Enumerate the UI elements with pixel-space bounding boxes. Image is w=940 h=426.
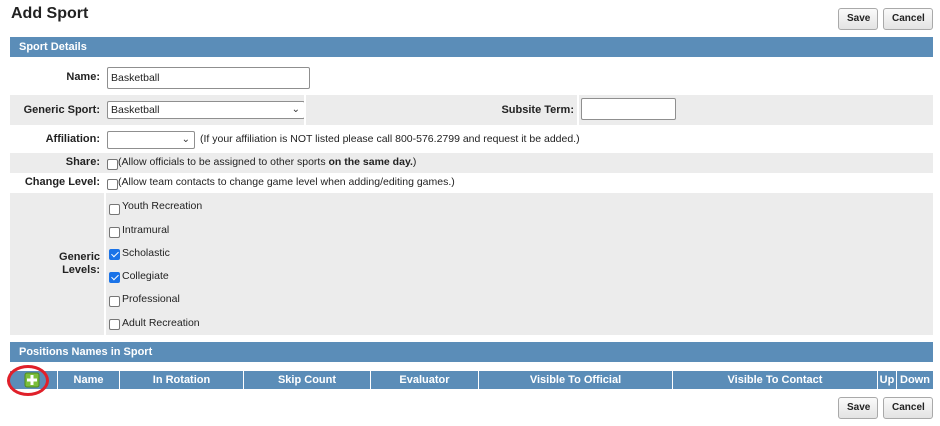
col-evaluator[interactable]: Evaluator [371,371,479,389]
level-checkbox-intramural[interactable] [109,227,120,238]
col-name[interactable]: Name [58,371,120,389]
share-row: Share: (Allow officials to be assigned t… [10,153,933,173]
generic-sport-value: Basketball [111,104,160,116]
level-checkbox-youth-recreation[interactable] [109,204,120,215]
share-checkbox[interactable] [107,159,118,170]
share-note-text: (Allow officials to be assigned to other… [118,156,329,168]
level-checkbox-professional[interactable] [109,296,120,307]
level-label-collegiate: Collegiate [122,270,169,282]
col-skip-count[interactable]: Skip Count [244,371,371,389]
col-visible-to-contact[interactable]: Visible To Contact [673,371,878,389]
cancel-button-bottom[interactable]: Cancel [883,397,933,419]
generic-levels-label-line1: Generic [59,251,100,263]
share-note-bold: on the same day. [328,156,413,168]
level-label-scholastic: Scholastic [122,247,170,259]
level-label-intramural: Intramural [122,224,170,236]
generic-sport-select[interactable]: Basketball ⌄ [107,101,305,119]
chevron-down-icon: ⌄ [291,104,300,115]
subsite-term-label: Subsite Term: [501,104,574,116]
generic-sport-row: Generic Sport: Basketball ⌄ Subsite Term… [10,95,933,125]
save-button-top[interactable]: Save [838,8,878,30]
generic-levels-label-line2: Levels: [62,264,100,276]
positions-table-header: Name In Rotation Skip Count Evaluator Vi… [10,371,933,389]
col-up[interactable]: Up [878,371,897,389]
affiliation-label: Affiliation: [45,133,100,145]
level-checkbox-adult-recreation[interactable] [109,319,120,330]
change-level-row: Change Level: (Allow team contacts to ch… [10,173,933,193]
chevron-down-icon: ⌄ [181,134,190,145]
generic-levels-row: Generic Levels: Youth Recreation Intramu… [10,193,933,335]
level-checkbox-collegiate[interactable] [109,272,120,283]
level-label-professional: Professional [122,293,180,305]
name-input[interactable] [107,67,310,89]
column-divider [577,95,579,125]
name-row: Name: [10,57,933,95]
positions-header: Positions Names in Sport [10,342,933,362]
change-level-checkbox[interactable] [107,179,118,190]
sport-details-header: Sport Details [10,37,933,57]
name-label: Name: [66,71,100,83]
affiliation-note: (If your affiliation is NOT listed pleas… [200,133,580,145]
column-divider [104,193,106,335]
share-note: (Allow officials to be assigned to other… [118,156,416,168]
generic-sport-label: Generic Sport: [23,104,100,116]
level-label-adult-recreation: Adult Recreation [122,317,200,329]
generic-levels-label: Generic Levels: [59,251,100,277]
highlight-circle [7,365,49,396]
change-level-note: (Allow team contacts to change game leve… [118,176,455,188]
change-level-label: Change Level: [24,176,100,188]
share-label: Share: [65,156,100,168]
save-button-bottom[interactable]: Save [838,397,878,419]
affiliation-row: Affiliation: ⌄ (If your affiliation is N… [10,126,933,153]
level-checkbox-scholastic[interactable] [109,249,120,260]
affiliation-select[interactable]: ⌄ [107,131,195,149]
column-divider [304,95,306,125]
level-label-youth-recreation: Youth Recreation [122,200,203,212]
col-in-rotation[interactable]: In Rotation [120,371,244,389]
col-down[interactable]: Down [897,371,933,389]
cancel-button-top[interactable]: Cancel [883,8,933,30]
col-visible-to-official[interactable]: Visible To Official [479,371,673,389]
page-title: Add Sport [11,5,89,22]
subsite-term-input[interactable] [581,98,676,120]
share-note-end: ) [412,156,417,168]
